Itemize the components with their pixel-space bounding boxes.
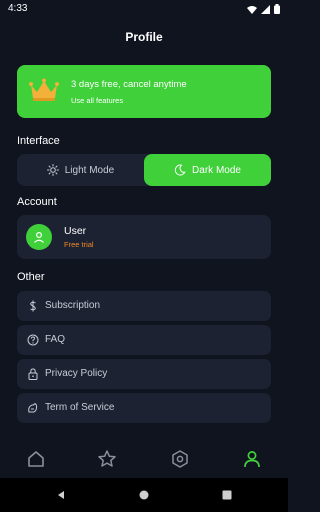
dark-mode-label: Dark Mode	[192, 164, 241, 176]
nav-settings[interactable]	[169, 448, 191, 470]
back-icon	[58, 491, 64, 499]
account-section-label: Account	[17, 196, 57, 208]
nav-home[interactable]	[25, 448, 47, 470]
interface-section-label: Interface	[17, 135, 60, 147]
square-icon	[222, 490, 232, 500]
list-item-label: Privacy Policy	[45, 368, 108, 379]
other-section-label: Other	[17, 271, 45, 283]
signal-icon	[261, 4, 270, 14]
light-mode-label: Light Mode	[64, 164, 115, 176]
question-icon	[26, 333, 40, 347]
list-item-term-of-service[interactable]: Term of Service	[17, 393, 271, 423]
nav-favorites[interactable]	[96, 448, 118, 470]
user-plan: Free trial	[64, 240, 94, 249]
status-time: 4:33	[8, 3, 28, 14]
recents-button[interactable]	[221, 489, 233, 501]
bottom-nav	[0, 440, 288, 478]
promo-banner[interactable]: 3 days free, cancel anytime Use all feat…	[17, 65, 271, 118]
dollar-icon	[26, 299, 40, 313]
star-icon	[98, 450, 116, 467]
promo-title: 3 days free, cancel anytime	[71, 79, 187, 90]
back-button[interactable]	[55, 489, 67, 501]
list-item-label: Term of Service	[45, 402, 115, 413]
moon-icon	[174, 164, 186, 176]
status-bar: 4:33	[0, 0, 288, 18]
list-item-subscription[interactable]: Subscription	[17, 291, 271, 321]
wifi-icon	[247, 5, 257, 14]
theme-toggle: Light Mode Dark Mode	[17, 154, 271, 186]
light-mode-button[interactable]: Light Mode	[17, 154, 144, 186]
user-name: User	[64, 225, 87, 237]
page-title: Profile	[125, 30, 163, 44]
hexagon-icon	[172, 450, 188, 468]
profile-icon	[244, 451, 260, 468]
home-icon	[28, 451, 44, 467]
home-system-button[interactable]	[138, 489, 150, 501]
lock-icon	[26, 367, 40, 381]
sun-icon	[46, 164, 59, 176]
list-item-privacy-policy[interactable]: Privacy Policy	[17, 359, 271, 389]
list-item-label: FAQ	[45, 334, 66, 345]
nav-profile[interactable]	[241, 448, 263, 470]
terms-icon	[26, 401, 40, 415]
account-card[interactable]: User Free trial	[17, 215, 271, 259]
promo-subtitle: Use all features	[71, 96, 124, 105]
status-icons	[247, 4, 280, 14]
battery-icon	[274, 4, 280, 14]
dark-mode-button[interactable]: Dark Mode	[144, 154, 271, 186]
system-nav-bar	[0, 478, 288, 512]
circle-icon	[139, 490, 149, 500]
user-icon	[34, 231, 44, 243]
crown-icon	[29, 78, 59, 101]
avatar	[26, 224, 52, 250]
list-item-faq[interactable]: FAQ	[17, 325, 271, 355]
list-item-label: Subscription	[45, 300, 101, 311]
